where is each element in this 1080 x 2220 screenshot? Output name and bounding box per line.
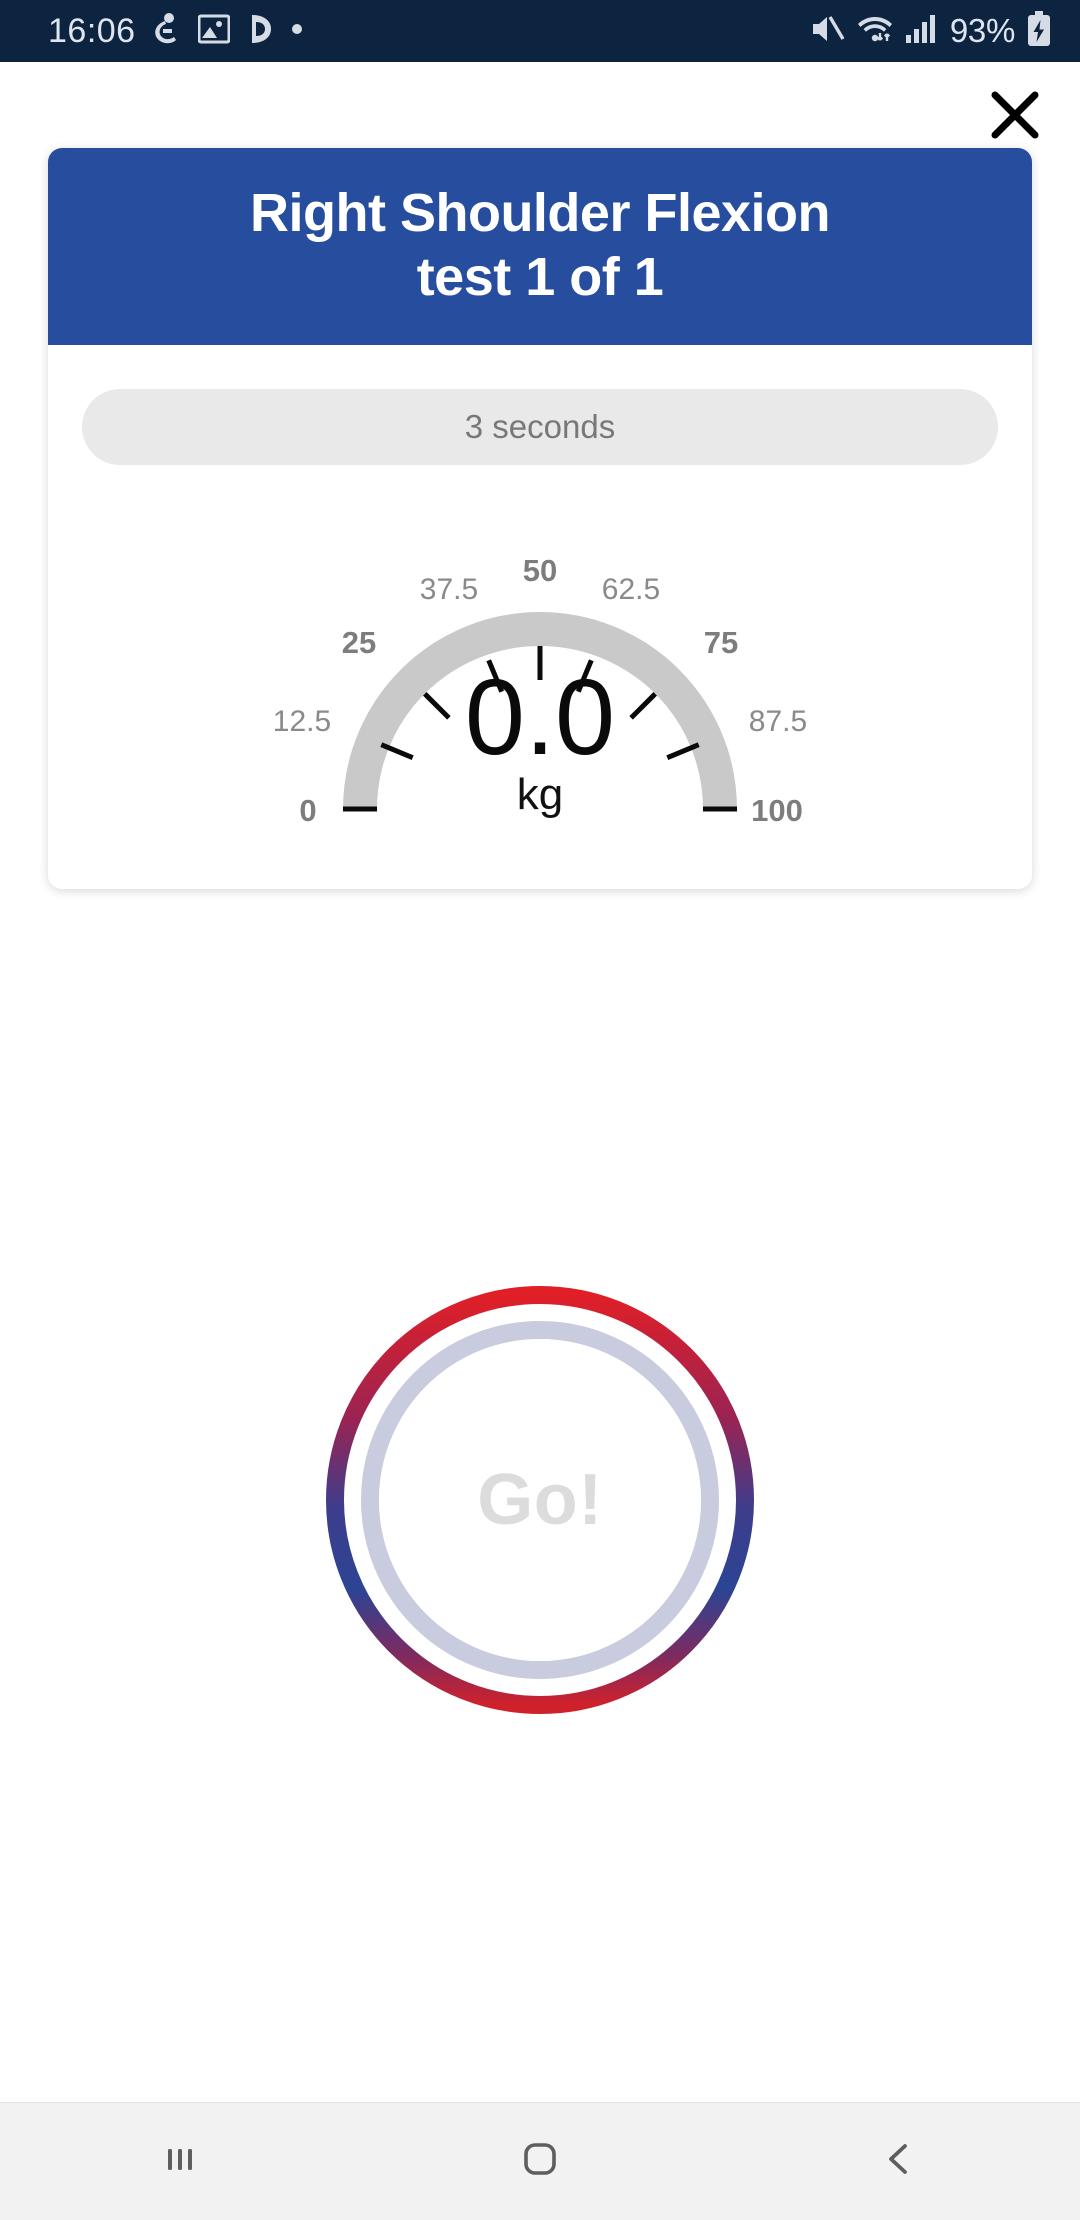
- system-nav-bar: [0, 2102, 1080, 2220]
- card-title: Right Shoulder Flexion test 1 of 1: [250, 183, 831, 307]
- close-button[interactable]: [980, 82, 1050, 152]
- nav-home-button[interactable]: [465, 2112, 615, 2212]
- battery-charging-icon: [1026, 10, 1052, 52]
- test-card: Right Shoulder Flexion test 1 of 1 3 sec…: [48, 148, 1032, 890]
- nav-back-button[interactable]: [825, 2112, 975, 2212]
- app-screen: 16:06 93% Right Shoulder Flexion test 1 …: [0, 0, 1080, 2220]
- gauge-tick-label-0: 0: [299, 793, 316, 828]
- status-bar: 16:06 93%: [0, 0, 1080, 62]
- gauge-svg: 0 12.5 25 37.5 50 62.5 75 87.5 100 0.0 k…: [273, 553, 807, 828]
- close-icon: [989, 89, 1041, 146]
- gauge-tick-label-37-5: 37.5: [420, 573, 478, 606]
- timer-label: 3 seconds: [464, 408, 616, 446]
- gauge-tick-label-100: 100: [751, 793, 803, 828]
- battery-percent-label: 93%: [949, 12, 1015, 49]
- gallery-icon: [197, 13, 231, 50]
- status-clock: 16:06: [48, 11, 136, 50]
- gauge-tick-label-75: 75: [704, 625, 738, 660]
- wifi-icon: [856, 13, 894, 50]
- gauge-tick-label-25: 25: [342, 625, 376, 660]
- gauge-value: 0.0: [465, 656, 615, 777]
- status-bar-left: 16:06: [48, 12, 304, 51]
- go-button-area: Go!: [0, 889, 1080, 2220]
- home-icon: [517, 2136, 563, 2187]
- gauge-tick-label-87-5: 87.5: [749, 705, 807, 738]
- test-card-wrapper: Right Shoulder Flexion test 1 of 1 3 sec…: [0, 148, 1080, 890]
- card-body: 3 seconds 0 12.5 25 37.5 50 62.5 75 87.5…: [48, 345, 1032, 890]
- app-icon: [246, 13, 274, 50]
- back-icon: [878, 2137, 922, 2186]
- force-gauge: 0 12.5 25 37.5 50 62.5 75 87.5 100 0.0 k…: [82, 509, 998, 839]
- go-center-fill: [379, 1338, 701, 1661]
- diver-icon: [152, 12, 182, 51]
- go-button[interactable]: Go!: [320, 1280, 760, 1720]
- status-bar-right: 93%: [809, 10, 1052, 52]
- recents-icon: [158, 2137, 202, 2186]
- gauge-unit: kg: [517, 770, 563, 819]
- signal-icon: [905, 13, 939, 50]
- gauge-tick-label-62-5: 62.5: [602, 573, 660, 606]
- mute-icon: [809, 13, 845, 50]
- timer-pill: 3 seconds: [82, 389, 998, 466]
- card-header: Right Shoulder Flexion test 1 of 1: [48, 148, 1032, 346]
- gauge-tick-label-50: 50: [523, 553, 557, 588]
- close-row: [0, 62, 1080, 148]
- nav-recents-button[interactable]: [105, 2112, 255, 2212]
- gauge-tick-label-12-5: 12.5: [273, 705, 331, 738]
- dot-icon: [290, 22, 304, 41]
- go-button-rings: [326, 1285, 754, 1714]
